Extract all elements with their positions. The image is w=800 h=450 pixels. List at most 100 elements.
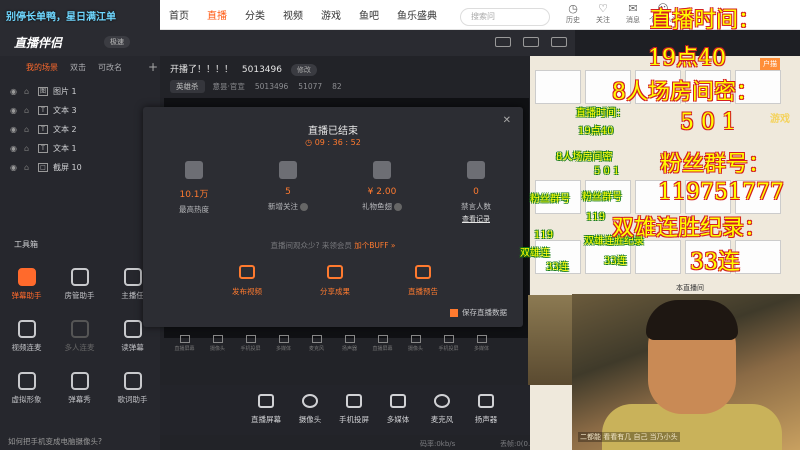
media-source-button[interactable]: 多媒体 xyxy=(376,392,420,425)
lock-icon[interactable]: ⌂ xyxy=(24,87,38,96)
mic-button[interactable]: 麦克风 xyxy=(420,392,464,425)
layer-item[interactable]: ◉ ⌂ T 文本 3 xyxy=(0,101,160,120)
eye-icon[interactable]: ◉ xyxy=(10,87,24,96)
share-results-button[interactable]: 分享成果 xyxy=(291,265,379,297)
site-nav: 首页 直播 分类 视频 游戏 鱼吧 鱼乐盛典 xyxy=(160,0,446,30)
source-button[interactable]: 多媒体 xyxy=(465,333,498,373)
nav-item-festival[interactable]: 鱼乐盛典 xyxy=(388,0,446,30)
checkbox-icon xyxy=(450,308,458,317)
overlay-live-time-value: 19点40 xyxy=(648,46,726,71)
multi-link-icon xyxy=(70,320,89,338)
room-thumbnail[interactable] xyxy=(735,240,781,274)
eye-icon[interactable]: ◉ xyxy=(10,106,24,115)
source-button[interactable]: 扬声器 xyxy=(333,333,366,373)
tab-double-click[interactable]: 双击 xyxy=(70,62,86,78)
nav-item-video[interactable]: 视频 xyxy=(274,0,312,30)
follow-button[interactable]: ♡ 关注 xyxy=(588,2,618,25)
layer-item[interactable]: ◉ ⌂ T 文本 1 xyxy=(0,139,160,158)
nav-item-games[interactable]: 游戏 xyxy=(312,0,350,30)
source-button[interactable]: 直播屏幕 xyxy=(366,333,399,373)
mute-user-icon xyxy=(467,161,485,179)
site-search-input[interactable]: 搜索问 xyxy=(460,8,550,26)
stat-new-followers: 5 新增关注 xyxy=(241,157,335,224)
edit-title-button[interactable]: 修改 xyxy=(290,64,317,76)
add-scene-button[interactable]: + xyxy=(148,60,158,74)
speaker-button[interactable]: 扬声器 xyxy=(464,392,508,425)
lyrics-icon xyxy=(123,372,142,390)
tool-multi-link[interactable]: 多人连麦 xyxy=(53,314,106,360)
dialog-title: 直播已结束 xyxy=(308,126,358,137)
overlay-echo-line: 粉丝群号 xyxy=(530,194,570,205)
source-button[interactable]: 摄像头 xyxy=(201,333,234,373)
help-icon[interactable] xyxy=(394,203,402,211)
source-button[interactable]: 麦克风 xyxy=(300,333,333,373)
eye-icon[interactable]: ◉ xyxy=(10,125,24,134)
overlay-echo-line: 粉丝群号 xyxy=(582,192,622,203)
tool-danmaku-show[interactable]: 弹幕秀 xyxy=(53,366,106,412)
edition-badge[interactable]: 极速 xyxy=(104,36,130,48)
lock-icon[interactable]: ⌂ xyxy=(24,144,38,153)
nav-item-home[interactable]: 首页 xyxy=(160,0,198,30)
source-button[interactable]: 直播屏幕 xyxy=(168,333,201,373)
stat-gift-fishfin: ¥ 2.00 礼物鱼翅 xyxy=(335,157,429,224)
nav-item-live[interactable]: 直播 xyxy=(198,0,236,30)
screen-source-button[interactable]: 直播屏幕 xyxy=(244,392,288,425)
main-toolbar xyxy=(160,30,575,56)
task-icon xyxy=(123,268,142,286)
speaker-icon xyxy=(478,394,494,408)
tool-video-link[interactable]: 视频连麦 xyxy=(0,314,53,360)
lock-icon[interactable]: ⌂ xyxy=(24,106,38,115)
nav-item-fishbar[interactable]: 鱼吧 xyxy=(350,0,388,30)
source-button[interactable]: 手机投屏 xyxy=(234,333,267,373)
tool-virtual-avatar[interactable]: 虚拟形象 xyxy=(0,366,53,412)
buff-link[interactable]: 加个BUFF » xyxy=(354,241,395,250)
overlay-fan-group-label: 粉丝群号： xyxy=(660,152,771,177)
overlay-echo-line: 双雄连 xyxy=(520,248,550,259)
layer-item[interactable]: ◉ ⌂ T 文本 2 xyxy=(0,120,160,139)
layer-item[interactable]: ◉ ⌂ □ 截屏 10 xyxy=(0,158,160,177)
publish-video-button[interactable]: 发布视频 xyxy=(203,265,291,297)
tab-renameable[interactable]: 可改名 xyxy=(98,62,122,78)
history-button[interactable]: ◷ 历史 xyxy=(558,2,588,25)
source-button[interactable]: 多媒体 xyxy=(267,333,300,373)
game-label: 游戏 xyxy=(770,114,790,125)
room-thumbnail[interactable] xyxy=(535,70,581,104)
toolbox-grid: 弹幕助手 房管助手 主播任 视频连麦 多人连麦 读弹幕 虚拟形象 弹幕秀 歌词助… xyxy=(0,262,160,412)
layout-icon[interactable] xyxy=(523,37,539,47)
fullscreen-icon[interactable] xyxy=(495,37,511,47)
eye-icon[interactable]: ◉ xyxy=(10,163,24,172)
phone-cast-button[interactable]: 手机投屏 xyxy=(332,392,376,425)
message-button[interactable]: ✉ 消息 xyxy=(618,2,648,25)
help-icon[interactable] xyxy=(300,203,308,211)
stream-ended-dialog: ✕ 直播已结束 ◷ 09 : 36 : 52 10.1万 最高热度 5 新增关注 ¥… xyxy=(143,107,523,327)
tool-lyrics[interactable]: 歌词助手 xyxy=(106,366,159,412)
room-id: 5013496 xyxy=(241,65,282,75)
layer-item[interactable]: ◉ ⌂ 图图片 1 xyxy=(0,82,160,101)
tool-danmaku-helper[interactable]: 弹幕助手 xyxy=(0,262,53,308)
tab-my-scene[interactable]: 我的场景 xyxy=(26,62,58,78)
stream-title-row: 开播了！！！！ 5013496 修改 xyxy=(170,62,317,76)
source-button[interactable]: 摄像头 xyxy=(399,333,432,373)
eye-icon[interactable]: ◉ xyxy=(10,144,24,153)
save-data-checkbox[interactable]: 保存直播数据 xyxy=(450,307,507,318)
stream-notice-button[interactable]: 直播预告 xyxy=(379,265,467,297)
tool-room-admin[interactable]: 房管助手 xyxy=(53,262,106,308)
clock-icon: ◷ xyxy=(568,2,578,15)
source-button[interactable]: 手机投屏 xyxy=(432,333,465,373)
camera-source-button[interactable]: 摄像头 xyxy=(288,392,332,425)
stream-duration: ◷ 09 : 36 : 52 xyxy=(305,138,361,147)
settings-icon[interactable] xyxy=(551,37,567,47)
help-link[interactable]: 如何把手机变成电脑摄像头? xyxy=(0,434,160,450)
read-danmaku-icon xyxy=(123,320,142,338)
view-record-link[interactable]: 查看记录 xyxy=(429,214,523,224)
text-type-icon: T xyxy=(38,144,48,153)
overlay-echo-line: 5 0 1 xyxy=(594,166,620,177)
overlay-echo-line: 119 xyxy=(586,212,606,223)
image-type-icon: 图 xyxy=(38,87,48,96)
camera-video-tile: 二都能 看看有几 自己 当乃小头 xyxy=(572,294,800,450)
lock-icon[interactable]: ⌂ xyxy=(24,125,38,134)
lock-icon[interactable]: ⌂ xyxy=(24,163,38,172)
nav-item-category[interactable]: 分类 xyxy=(236,0,274,30)
category-badge[interactable]: 英雄杀 xyxy=(170,80,205,93)
stream-meta-row: 英雄杀 意昙·官宣 5013496 51077 82 xyxy=(170,80,352,93)
